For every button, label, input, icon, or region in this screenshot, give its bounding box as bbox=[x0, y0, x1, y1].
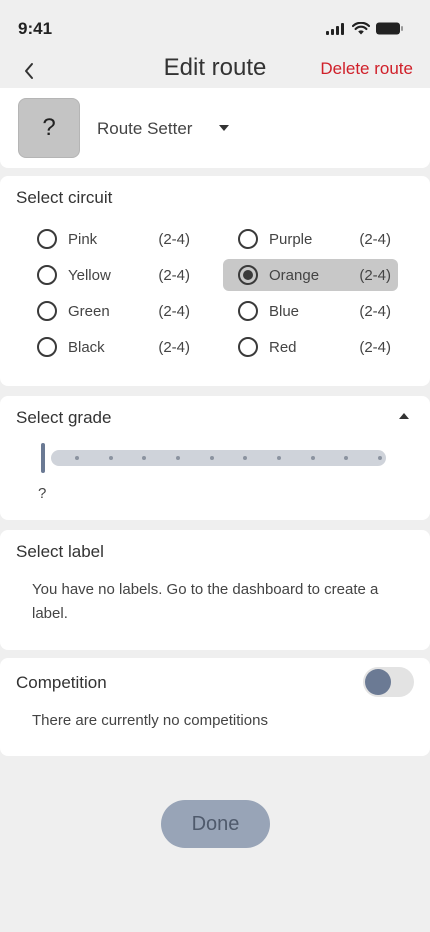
circuit-option-count: (2-4) bbox=[359, 302, 391, 320]
grade-slider-tick bbox=[142, 456, 147, 460]
radio-icon[interactable] bbox=[37, 265, 57, 285]
competition-toggle[interactable] bbox=[363, 667, 414, 697]
circuit-option-count: (2-4) bbox=[158, 230, 190, 248]
avatar[interactable]: ? bbox=[18, 98, 80, 158]
radio-icon[interactable] bbox=[37, 229, 57, 249]
label-empty-text: You have no labels. Go to the dashboard … bbox=[32, 581, 379, 622]
radio-icon[interactable] bbox=[238, 337, 258, 357]
circuit-option-label: Pink bbox=[68, 230, 98, 248]
radio-icon[interactable] bbox=[37, 337, 57, 357]
circuit-option-label: Orange bbox=[269, 266, 320, 284]
competition-card: Competition There are currently no compe… bbox=[0, 658, 430, 756]
wifi-icon bbox=[352, 22, 370, 35]
circuit-option-count: (2-4) bbox=[359, 230, 391, 248]
status-bar: 9:41 bbox=[0, 0, 430, 54]
label-title: Select label bbox=[16, 542, 104, 561]
battery-icon bbox=[376, 22, 403, 35]
radio-icon[interactable] bbox=[37, 301, 57, 321]
circuit-option-label: Purple bbox=[269, 230, 313, 248]
competition-empty-text: There are currently no competitions bbox=[32, 712, 268, 729]
circuit-option-label: Green bbox=[68, 302, 110, 320]
circuit-option-count: (2-4) bbox=[158, 266, 190, 284]
circuit-card: Select circuit Pink (2-4) Purple (2-4) Yello… bbox=[0, 176, 430, 386]
grade-slider-track[interactable] bbox=[51, 450, 386, 466]
grade-slider-tick bbox=[75, 456, 79, 460]
toggle-knob bbox=[365, 669, 391, 695]
grade-title: Select grade bbox=[16, 408, 112, 427]
circuit-option-count: (2-4) bbox=[158, 302, 190, 320]
circuit-option-count: (2-4) bbox=[158, 338, 190, 356]
circuit-option-label: Red bbox=[269, 338, 297, 356]
circuit-option-count: (2-4) bbox=[359, 266, 391, 284]
circuit-option-green[interactable]: Green (2-4) bbox=[22, 295, 197, 327]
grade-slider-tick bbox=[344, 456, 349, 460]
circuit-option-yellow[interactable]: Yellow (2-4) bbox=[22, 259, 197, 291]
caret-down-icon[interactable] bbox=[218, 124, 230, 132]
grade-slider-tick bbox=[209, 456, 214, 460]
circuit-option-red[interactable]: Red (2-4) bbox=[223, 331, 398, 363]
circuit-option-label: Blue bbox=[269, 302, 300, 320]
radio-icon[interactable] bbox=[238, 229, 258, 249]
grade-value: ? bbox=[38, 485, 47, 502]
delete-route-button[interactable]: Delete route bbox=[320, 59, 413, 79]
circuit-option-pink[interactable]: Pink (2-4) bbox=[22, 223, 197, 255]
circuit-option-label: Black bbox=[68, 338, 105, 356]
circuit-option-orange[interactable]: Orange (2-4) bbox=[223, 259, 398, 291]
competition-title: Competition bbox=[16, 673, 107, 692]
circuit-option-blue[interactable]: Blue (2-4) bbox=[223, 295, 398, 327]
circuit-title: Select circuit bbox=[16, 188, 113, 207]
setter-dropdown-label[interactable]: Route Setter bbox=[97, 119, 192, 139]
label-card: Select label You have no labels. Go to t… bbox=[0, 530, 430, 650]
status-icons bbox=[326, 22, 404, 35]
grade-slider-tick bbox=[243, 456, 248, 460]
circuit-option-label: Yellow bbox=[68, 266, 111, 284]
done-button[interactable]: Done bbox=[161, 800, 270, 848]
grade-slider-tick bbox=[378, 456, 382, 460]
radio-icon[interactable] bbox=[238, 301, 258, 321]
grade-slider-tick bbox=[176, 456, 180, 460]
status-time: 9:41 bbox=[18, 19, 53, 38]
grade-slider-tick bbox=[277, 456, 281, 460]
signal-icon bbox=[326, 22, 344, 35]
setter-card: ? Route Setter bbox=[0, 88, 430, 168]
grade-slider-handle[interactable] bbox=[41, 443, 45, 473]
radio-icon[interactable] bbox=[238, 265, 258, 285]
circuit-option-black[interactable]: Black (2-4) bbox=[22, 331, 197, 363]
caret-up-icon[interactable] bbox=[398, 412, 410, 420]
grade-slider-tick bbox=[108, 456, 113, 460]
grade-slider-tick bbox=[310, 456, 315, 460]
circuit-option-purple[interactable]: Purple (2-4) bbox=[223, 223, 398, 255]
circuit-option-count: (2-4) bbox=[359, 338, 391, 356]
nav-header: Edit route Delete route bbox=[0, 50, 430, 88]
